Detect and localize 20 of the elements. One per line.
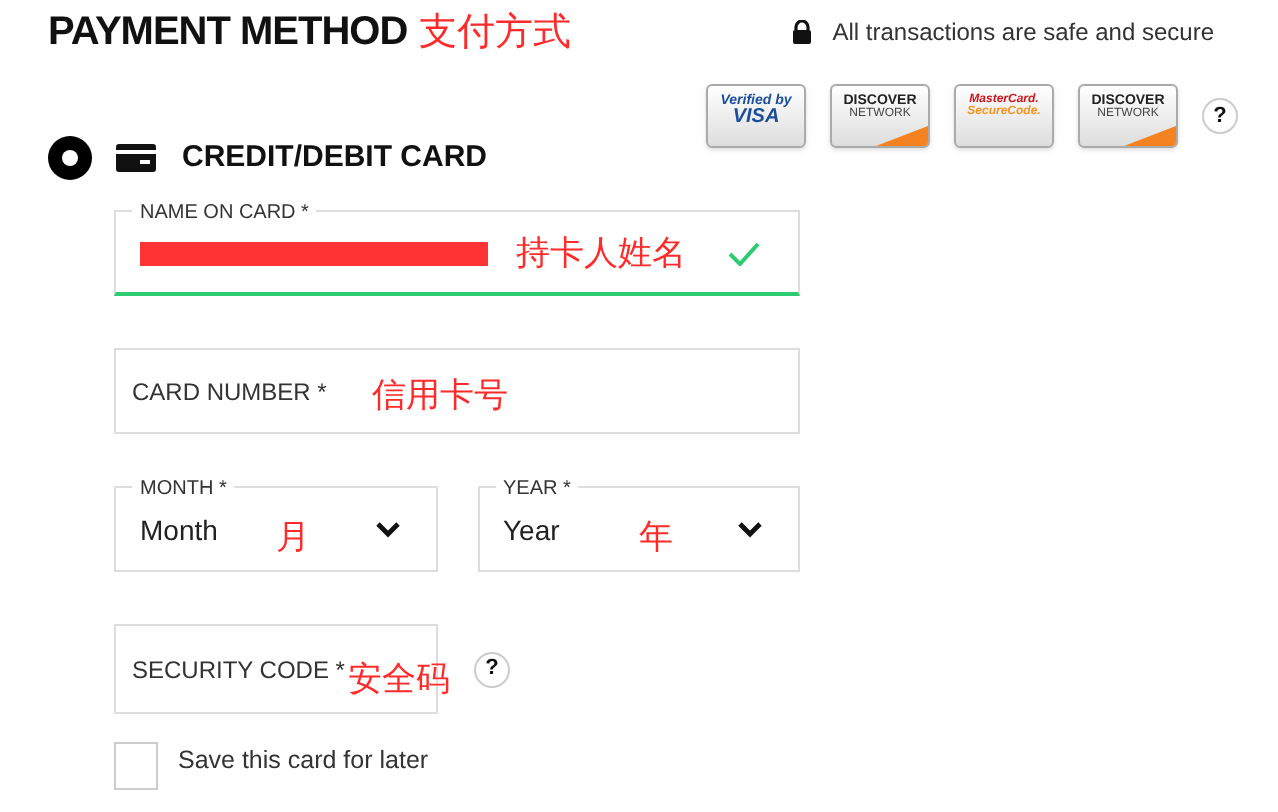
annotation-text: 信用卡号	[372, 374, 508, 420]
badge-text: VISA	[732, 108, 780, 128]
annotation-text: 月	[276, 516, 310, 562]
card-number-field[interactable]: CARD NUMBER * 信用卡号	[114, 348, 800, 434]
help-button[interactable]: ?	[1202, 98, 1238, 134]
checkbox[interactable]	[114, 742, 158, 790]
annotation-text: 年	[639, 516, 673, 562]
annotation-text: 持卡人姓名	[516, 232, 686, 278]
annotation-text: 安全码	[348, 658, 450, 704]
checkbox-label: Save this card for later	[178, 744, 429, 778]
chevron-down-icon	[375, 522, 399, 538]
annotation-text: 支付方式	[419, 7, 572, 58]
secure-text: All transactions are safe and secure	[832, 16, 1214, 50]
credit-card-icon	[116, 144, 156, 172]
radio-button[interactable]	[48, 136, 92, 180]
option-label: CREDIT/DEBIT CARD	[182, 137, 487, 178]
lock-icon	[792, 20, 813, 44]
help-button[interactable]: ?	[474, 651, 510, 687]
page-title: PAYMENT METHOD	[48, 8, 408, 58]
chevron-down-icon	[738, 522, 762, 538]
